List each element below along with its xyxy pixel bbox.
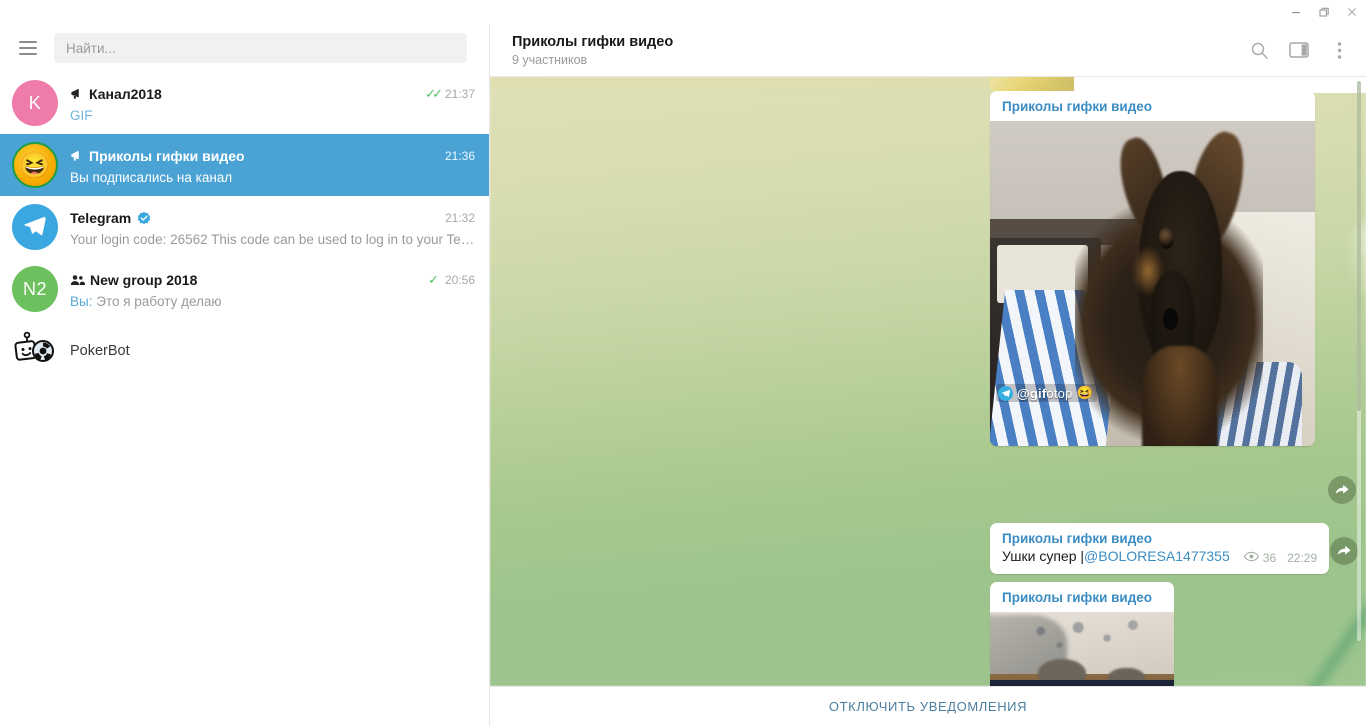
message-media[interactable]: @gifotop 😆	[990, 121, 1315, 446]
more-menu-icon[interactable]	[1326, 37, 1352, 63]
chat-list-item-telegram[interactable]: Telegram 21:32 Your login code: 26562 Th…	[0, 196, 489, 258]
message-scrollbar[interactable]	[1357, 81, 1361, 641]
robot-poker-chip-icon	[13, 329, 57, 374]
megaphone-icon	[70, 149, 84, 163]
message-text: Ушки супер |@BOLORESA1477355	[1002, 548, 1230, 564]
telegram-desktop-window: K Канал2018 ✓✓ 21:37	[0, 0, 1366, 726]
chat-timestamp: ✓✓ 21:37	[425, 86, 475, 101]
minimize-button[interactable]	[1282, 0, 1310, 24]
forward-button-caption[interactable]	[1330, 537, 1358, 565]
chat-header: Приколы гифки видео 9 участников	[490, 24, 1366, 77]
chat-preview-prefix: Вы:	[70, 293, 93, 309]
message-channel-name: Приколы гифки видео	[1002, 531, 1153, 546]
message-timestamp: 22:29	[1287, 551, 1318, 565]
chat-preview: Вы: Это я работу делаю	[70, 293, 222, 309]
single-check-icon: ✓	[428, 272, 439, 287]
chat-title: PokerBot	[70, 343, 130, 359]
chat-preview: Вы подписались на канал	[70, 169, 233, 185]
chat-list: K Канал2018 ✓✓ 21:37 GIF 😆 Приколы гифки…	[0, 72, 489, 726]
verified-icon	[137, 211, 151, 225]
chat-title: Канал2018	[89, 85, 162, 102]
chat-list-item-kanal2018[interactable]: K Канал2018 ✓✓ 21:37 GIF	[0, 72, 489, 134]
chat-list-item-new-group-2018[interactable]: N2 New group 2018 ✓ 20:56 Вы: Это я рабо…	[0, 258, 489, 320]
avatar	[12, 204, 58, 250]
chat-header-title: Приколы гифки видео	[512, 33, 674, 50]
chat-bottom-bar: ОТКЛЮЧИТЬ УВЕДОМЛЕНИЯ	[490, 686, 1366, 726]
hamburger-menu-icon[interactable]	[14, 34, 42, 62]
chat-title: Telegram	[70, 209, 132, 226]
message-video-pillow[interactable]: Приколы гифки видео	[990, 582, 1174, 686]
chat-header-members: 9 участников	[512, 52, 588, 67]
search-box[interactable]	[54, 33, 467, 63]
chat-list-item-prikoly-gifki-video[interactable]: 😆 Приколы гифки видео 21:36 Вы подписали…	[0, 134, 489, 196]
video-watermark: @gifotop 😆	[996, 384, 1097, 402]
watermark-handle-light: otop	[1046, 385, 1073, 401]
chat-title: New group 2018	[90, 271, 198, 288]
chat-panel: Приколы гифки видео 9 участников Приколы…	[490, 24, 1366, 726]
message-caption[interactable]: Приколы гифки видео Ушки супер |@BOLORES…	[990, 523, 1330, 574]
message-scroll: Приколы гифки видео @gifotop 😆 Приколы г…	[490, 77, 1366, 686]
avatar-initials: K	[28, 92, 42, 113]
search-input[interactable]	[66, 40, 455, 56]
eye-icon	[1243, 551, 1259, 565]
megaphone-icon	[70, 87, 84, 101]
avatar: K	[12, 80, 58, 126]
message-channel-name: Приколы гифки видео	[1002, 590, 1153, 605]
avatar: 😆	[12, 142, 58, 188]
mute-notifications-button[interactable]: ОТКЛЮЧИТЬ УВЕДОМЛЕНИЯ	[829, 699, 1027, 714]
telegram-plane-icon	[998, 385, 1013, 401]
chat-preview: GIF	[70, 107, 93, 123]
chat-timestamp: ✓ 20:56	[428, 272, 475, 287]
message-area: Приколы гифки видео @gifotop 😆 Приколы г…	[490, 77, 1366, 686]
telegram-plane-icon	[22, 212, 48, 243]
chat-preview: Your login code: 26562 This code can be …	[70, 231, 475, 247]
avatar	[12, 328, 58, 374]
avatar: N2	[12, 266, 58, 312]
chat-timestamp: 21:32	[444, 210, 475, 225]
window-titlebar	[0, 0, 1366, 24]
group-icon	[70, 273, 85, 287]
watermark-handle-bold: @gif	[1017, 385, 1047, 401]
forward-button-video[interactable]	[1328, 476, 1356, 504]
double-check-icon: ✓✓	[425, 86, 443, 101]
chat-title: Приколы гифки видео	[89, 147, 245, 164]
message-media[interactable]	[990, 612, 1174, 686]
avatar-emoji: 😆	[18, 150, 52, 180]
view-count: 36	[1243, 551, 1276, 565]
sidebar: K Канал2018 ✓✓ 21:37	[0, 24, 490, 726]
watermark-emoji: 😆	[1076, 385, 1093, 400]
message-meta: 36 22:29	[1243, 551, 1318, 566]
toggle-info-panel-icon[interactable]	[1286, 37, 1312, 63]
close-button[interactable]	[1338, 0, 1366, 24]
message-link[interactable]: @BOLORESA1477355	[1084, 548, 1230, 564]
search-icon[interactable]	[1246, 37, 1272, 63]
message-video-dog[interactable]: Приколы гифки видео @gifotop 😆	[990, 91, 1315, 446]
message-channel-name: Приколы гифки видео	[1002, 99, 1153, 114]
sidebar-search-row	[0, 24, 489, 72]
chat-list-item-pokerbot[interactable]: PokerBot	[0, 320, 489, 382]
message-scrollbar-thumb[interactable]	[1357, 81, 1361, 411]
avatar-initials: N2	[22, 278, 47, 299]
restore-button[interactable]	[1310, 0, 1338, 24]
chat-timestamp: 21:36	[444, 148, 475, 163]
